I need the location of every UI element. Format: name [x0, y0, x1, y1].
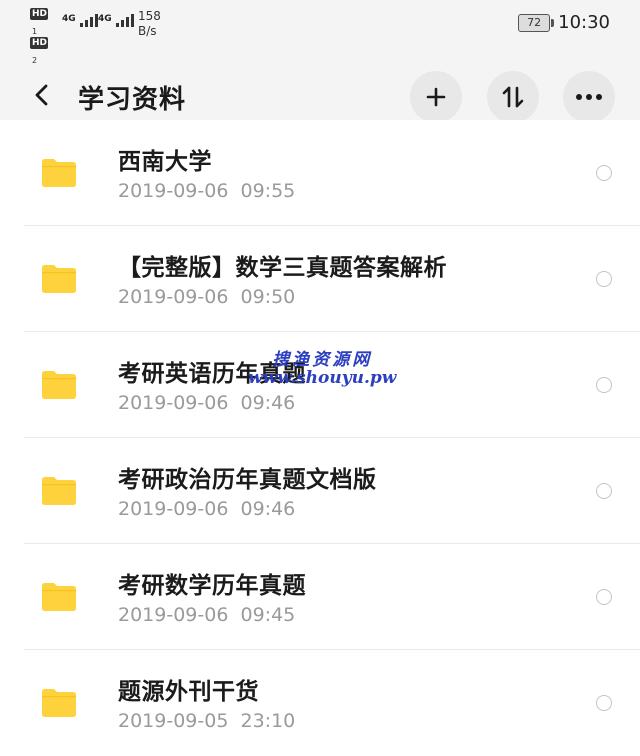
file-date: 2019-09-06 09:45	[118, 604, 296, 626]
file-date: 2019-09-06 09:50	[118, 286, 296, 308]
file-name: 考研英语历年真题	[118, 361, 306, 387]
hd2-badge: HD	[30, 37, 48, 49]
more-button[interactable]	[563, 71, 615, 123]
file-name: 考研政治历年真题文档版	[118, 467, 377, 493]
sort-button[interactable]	[487, 71, 539, 123]
page-title: 学习资料	[78, 85, 187, 115]
file-date: 2019-09-06 09:46	[118, 392, 296, 414]
file-date: 2019-09-05 23:10	[118, 710, 296, 732]
signal-1-icon: 4G	[62, 14, 98, 27]
more-horizontal-icon	[576, 94, 602, 100]
folder-icon	[42, 583, 76, 611]
signal-2-label: 4G	[98, 14, 112, 24]
status-right: 72 10:30	[518, 12, 610, 33]
battery-icon: 72	[518, 13, 555, 32]
clock: 10:30	[558, 12, 610, 33]
select-radio[interactable]	[596, 589, 612, 605]
hd1-badge: HD	[30, 8, 48, 20]
network-speed: 158 B/s	[138, 9, 161, 39]
folder-icon	[42, 689, 76, 717]
list-item[interactable]: 题源外刊干货 2019-09-05 23:10	[0, 650, 640, 756]
signal-2-icon: 4G	[98, 14, 134, 27]
list-item[interactable]: 【完整版】数学三真题答案解析 2019-09-06 09:50	[0, 226, 640, 332]
select-radio[interactable]	[596, 271, 612, 287]
file-name: 【完整版】数学三真题答案解析	[118, 255, 447, 281]
hd1-number: 1	[32, 27, 38, 36]
folder-icon	[42, 371, 76, 399]
signal-1-label: 4G	[62, 14, 76, 24]
file-date: 2019-09-06 09:46	[118, 498, 296, 520]
chevron-left-icon	[35, 84, 48, 106]
add-button[interactable]	[410, 71, 462, 123]
file-name: 题源外刊干货	[118, 679, 259, 705]
status-bar: HD1 HD2 4G 4G 158 B/s 72 10:30	[0, 0, 640, 65]
back-button[interactable]	[28, 81, 56, 109]
select-radio[interactable]	[596, 377, 612, 393]
select-radio[interactable]	[596, 165, 612, 181]
battery-level: 72	[527, 15, 542, 29]
network-speed-value: 158	[138, 9, 161, 23]
folder-icon	[42, 265, 76, 293]
folder-icon	[42, 477, 76, 505]
list-item[interactable]: 考研政治历年真题文档版 2019-09-06 09:46	[0, 438, 640, 544]
network-speed-unit: B/s	[138, 24, 157, 38]
file-date: 2019-09-06 09:55	[118, 180, 296, 202]
file-name: 西南大学	[118, 149, 212, 175]
select-radio[interactable]	[596, 483, 612, 499]
list-item[interactable]: 考研英语历年真题 2019-09-06 09:46	[0, 332, 640, 438]
list-item[interactable]: 西南大学 2019-09-06 09:55	[0, 120, 640, 226]
select-radio[interactable]	[596, 695, 612, 711]
sort-icon	[502, 86, 524, 108]
file-name: 考研数学历年真题	[118, 573, 306, 599]
folder-icon	[42, 159, 76, 187]
list-item[interactable]: 考研数学历年真题 2019-09-06 09:45	[0, 544, 640, 650]
plus-icon	[426, 87, 446, 107]
